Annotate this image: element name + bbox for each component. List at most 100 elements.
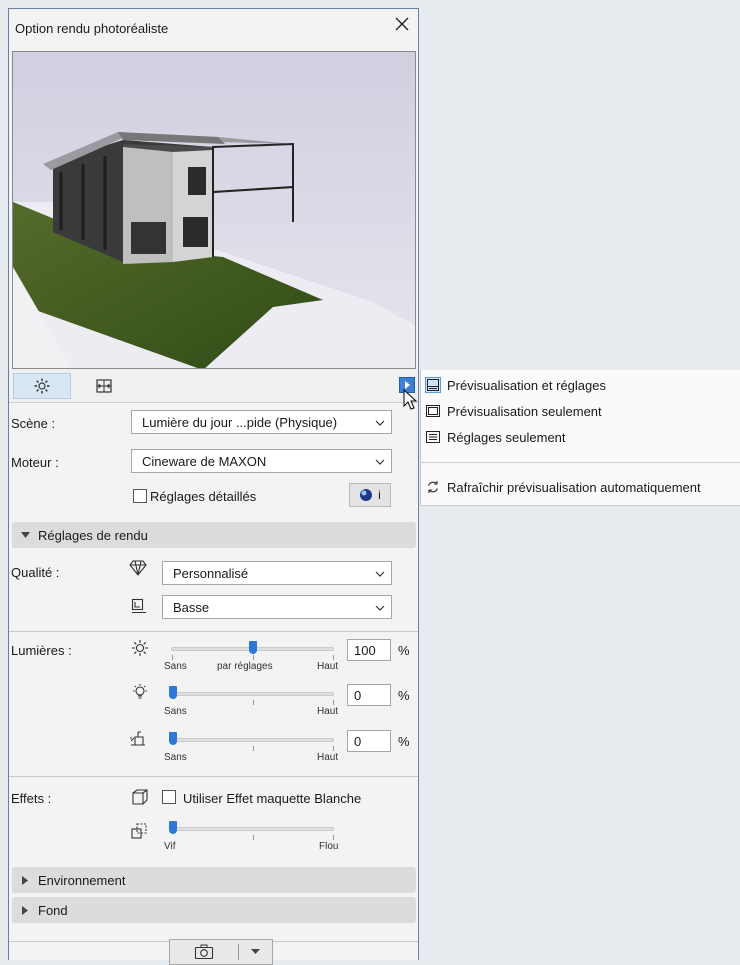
menu-item-label: Prévisualisation seulement	[447, 403, 602, 419]
slider-tick	[333, 655, 334, 660]
frame-size-icon	[96, 379, 112, 393]
mouse-cursor-icon	[403, 389, 418, 410]
sun-max-label: Haut	[317, 661, 339, 672]
cinema4d-logo-icon	[360, 489, 373, 501]
scene-label: Scène :	[11, 416, 56, 431]
sun-mid-label: par réglages	[217, 661, 273, 672]
scene-value: Lumière du jour ...pide (Physique)	[142, 414, 338, 430]
engine-info-button[interactable]: i	[349, 483, 391, 507]
quality-label: Qualité :	[11, 565, 60, 580]
sun-value-input[interactable]: 100	[347, 639, 391, 661]
render-preview-image	[12, 51, 416, 369]
indirect-value-input[interactable]: 0	[347, 730, 391, 752]
lamp-max-label: Haut	[317, 706, 339, 717]
triangle-right-icon	[21, 875, 28, 885]
lights-label: Lumières :	[11, 643, 72, 658]
scene-dropdown[interactable]: Lumière du jour ...pide (Physique)	[131, 410, 392, 434]
bottom-toolbar	[9, 939, 418, 965]
diamond-quality-icon	[129, 560, 147, 576]
triangle-right-icon	[405, 381, 410, 389]
slider-tick	[253, 655, 254, 660]
hand-lamp-icon	[130, 731, 145, 746]
menu-item-preview-only[interactable]: Prévisualisation seulement	[425, 400, 602, 422]
menu-item-auto-refresh[interactable]: Rafraîchir prévisualisation automatiquem…	[425, 476, 701, 498]
blur-slider-track[interactable]	[171, 827, 334, 831]
engine-label: Moteur :	[11, 455, 59, 470]
blur-max-label: Flou	[319, 841, 339, 852]
lamp-slider-thumb[interactable]	[169, 686, 177, 699]
preview-and-settings-icon	[425, 377, 441, 393]
triangle-down-icon	[20, 531, 30, 538]
quality-value: Personnalisé	[173, 565, 249, 581]
menu-item-preview-and-settings[interactable]: Prévisualisation et réglages	[425, 374, 606, 396]
menu-item-label: Réglages seulement	[447, 429, 566, 445]
menu-item-label: Prévisualisation et réglages	[447, 377, 606, 393]
slider-tick	[253, 700, 254, 705]
indirect-slider-track[interactable]	[171, 738, 334, 742]
slider-tick	[253, 835, 254, 840]
light-bulb-icon	[133, 684, 147, 699]
indirect-unit: %	[398, 734, 410, 749]
environment-title: Environnement	[38, 872, 126, 888]
tab-image-size[interactable]	[75, 373, 133, 399]
triangle-right-icon	[21, 905, 28, 915]
camera-icon	[194, 944, 214, 960]
close-button[interactable]	[391, 13, 413, 35]
sun-min-label: Sans	[164, 661, 187, 672]
chevron-down-icon	[375, 605, 385, 611]
menu-item-label: Rafraîchir prévisualisation automatiquem…	[447, 479, 701, 495]
separator	[9, 776, 418, 777]
lamp-unit: %	[398, 688, 410, 703]
render-settings-section-header[interactable]: Réglages de rendu	[12, 522, 416, 548]
sun-slider-thumb[interactable]	[249, 641, 257, 654]
detailed-settings-label: Réglages détaillés	[150, 489, 257, 504]
dialog-title: Option rendu photoréaliste	[15, 21, 169, 36]
slider-tick	[333, 700, 334, 705]
slider-tick	[172, 655, 173, 660]
blur-slider-thumb[interactable]	[169, 821, 177, 834]
detail-level-dropdown[interactable]: Basse	[162, 595, 392, 619]
engine-value: Cineware de MAXON	[142, 453, 267, 469]
refresh-icon	[425, 479, 441, 495]
background-title: Fond	[38, 902, 68, 918]
triangle-down-icon	[251, 949, 260, 954]
background-section-header[interactable]: Fond	[12, 897, 416, 923]
detailed-settings-checkbox[interactable]	[133, 489, 147, 503]
white-model-label: Utiliser Effet maquette Blanche	[183, 791, 362, 806]
view-mode-menu: Prévisualisation et réglages Prévisualis…	[420, 370, 740, 506]
slider-tick	[333, 835, 334, 840]
blur-icon	[131, 823, 147, 839]
tab-settings[interactable]	[13, 373, 71, 399]
sun-unit: %	[398, 643, 410, 658]
effects-label: Effets :	[11, 791, 52, 806]
lamp-min-label: Sans	[164, 706, 187, 717]
render-settings-title: Réglages de rendu	[38, 527, 148, 543]
settings-only-icon	[425, 429, 441, 445]
quality-dropdown[interactable]: Personnalisé	[162, 561, 392, 585]
render-camera-button[interactable]	[169, 939, 273, 965]
panel-tabs	[9, 369, 418, 410]
environment-section-header[interactable]: Environnement	[12, 867, 416, 893]
chevron-down-icon	[375, 459, 385, 465]
sun-icon	[132, 640, 148, 656]
render-options-arrow[interactable]	[239, 949, 272, 955]
white-model-cube-icon	[132, 789, 148, 805]
lamp-value-input[interactable]: 0	[347, 684, 391, 706]
chevron-down-icon	[375, 571, 385, 577]
info-icon: i	[378, 488, 381, 502]
white-model-checkbox[interactable]	[162, 790, 176, 804]
indirect-max-label: Haut	[317, 752, 339, 763]
lamp-slider-track[interactable]	[171, 692, 334, 696]
menu-item-settings-only[interactable]: Réglages seulement	[425, 426, 566, 448]
photorealistic-render-dialog: Option rendu photoréaliste Scène: Lumiè…	[8, 8, 419, 965]
menu-separator	[421, 462, 740, 463]
engine-dropdown[interactable]: Cineware de MAXON	[131, 449, 392, 473]
preview-only-icon	[425, 403, 441, 419]
blur-min-label: Vif	[164, 841, 176, 852]
separator	[9, 631, 418, 632]
chevron-down-icon	[375, 420, 385, 426]
indirect-min-label: Sans	[164, 752, 187, 763]
gear-icon	[34, 378, 50, 394]
slider-tick	[253, 746, 254, 751]
indirect-slider-thumb[interactable]	[169, 732, 177, 745]
